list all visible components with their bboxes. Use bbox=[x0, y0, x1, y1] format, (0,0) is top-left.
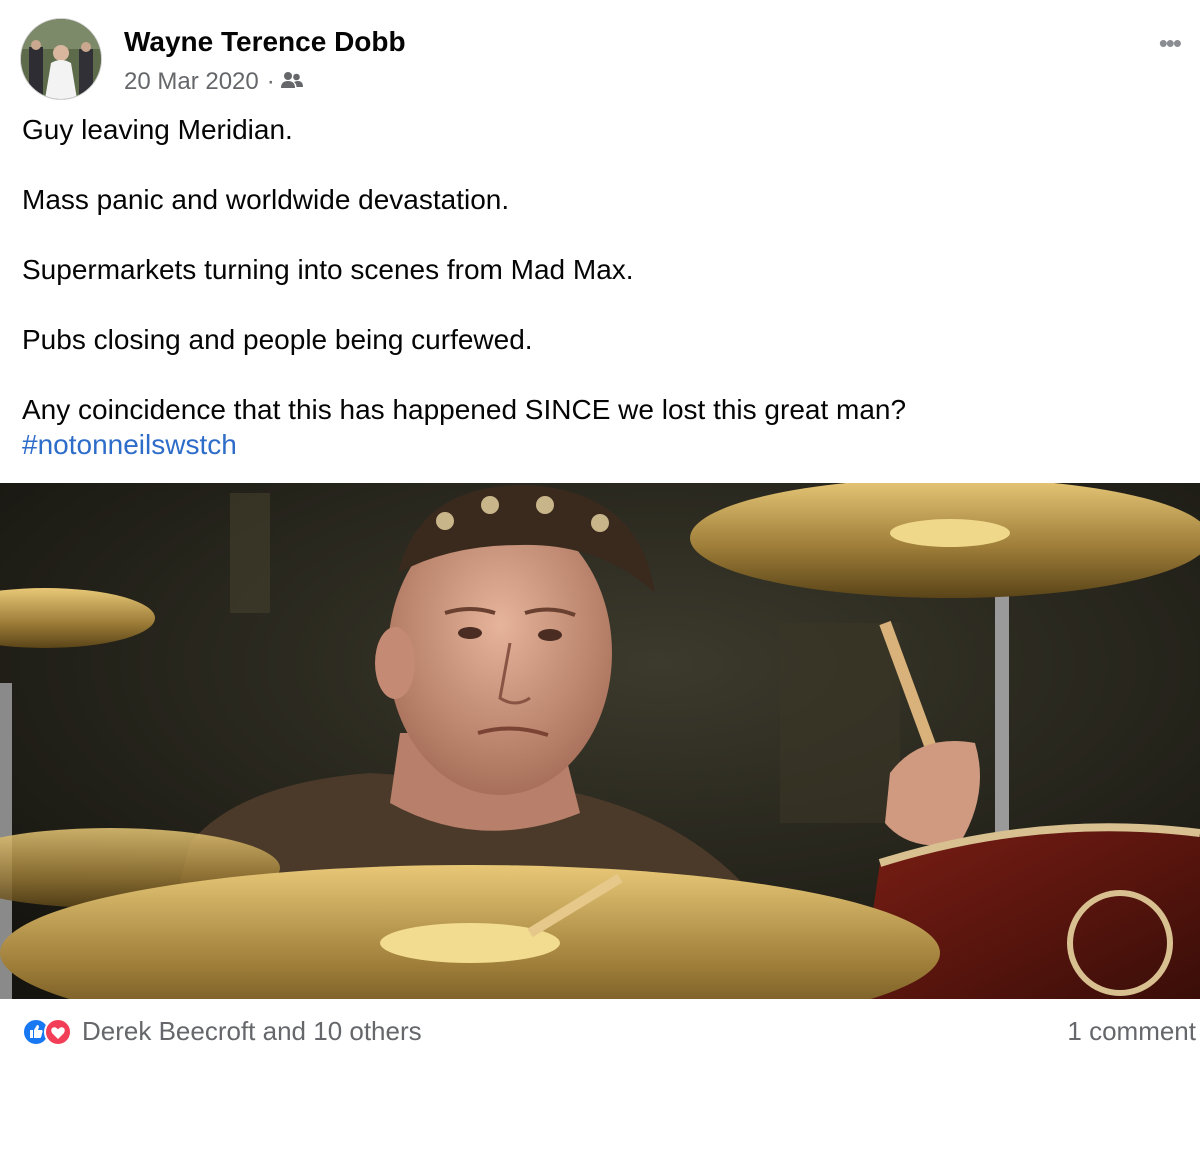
friends-icon[interactable] bbox=[280, 68, 303, 96]
post-line: Mass panic and worldwide devastation. bbox=[22, 184, 510, 215]
post-date[interactable]: 20 Mar 2020 bbox=[124, 68, 259, 96]
author-avatar[interactable] bbox=[20, 18, 102, 100]
reactions-summary[interactable]: Derek Beecroft and 10 others bbox=[22, 1016, 422, 1047]
meta-separator: · bbox=[266, 68, 275, 95]
reaction-icons bbox=[22, 1017, 78, 1047]
post-line: Pubs closing and people being curfewed. bbox=[22, 324, 533, 355]
more-options-icon[interactable]: ••• bbox=[1159, 28, 1182, 59]
hashtag-link[interactable]: #notonneilswstch bbox=[22, 427, 1172, 462]
post-body: Guy leaving Meridian. Mass panic and wor… bbox=[22, 112, 1172, 462]
avatar-photo bbox=[21, 19, 101, 99]
post-footer: Derek Beecroft and 10 others 1 comment bbox=[0, 1000, 1200, 1163]
post-photo[interactable] bbox=[0, 483, 1200, 999]
drummer-photo bbox=[0, 483, 1200, 999]
reactions-text[interactable]: Derek Beecroft and 10 others bbox=[82, 1016, 422, 1047]
post-header: Wayne Terence Dobb 20 Mar 2020 · ••• bbox=[20, 18, 1182, 102]
post-line: Any coincidence that this has happened S… bbox=[22, 394, 907, 425]
post-line: Supermarkets turning into scenes from Ma… bbox=[22, 254, 634, 285]
comments-count[interactable]: 1 comment bbox=[1067, 1016, 1196, 1047]
post-line: Guy leaving Meridian. bbox=[22, 114, 293, 145]
love-icon bbox=[44, 1017, 72, 1046]
author-name[interactable]: Wayne Terence Dobb bbox=[124, 26, 406, 58]
post-meta: 20 Mar 2020 · bbox=[124, 68, 303, 96]
